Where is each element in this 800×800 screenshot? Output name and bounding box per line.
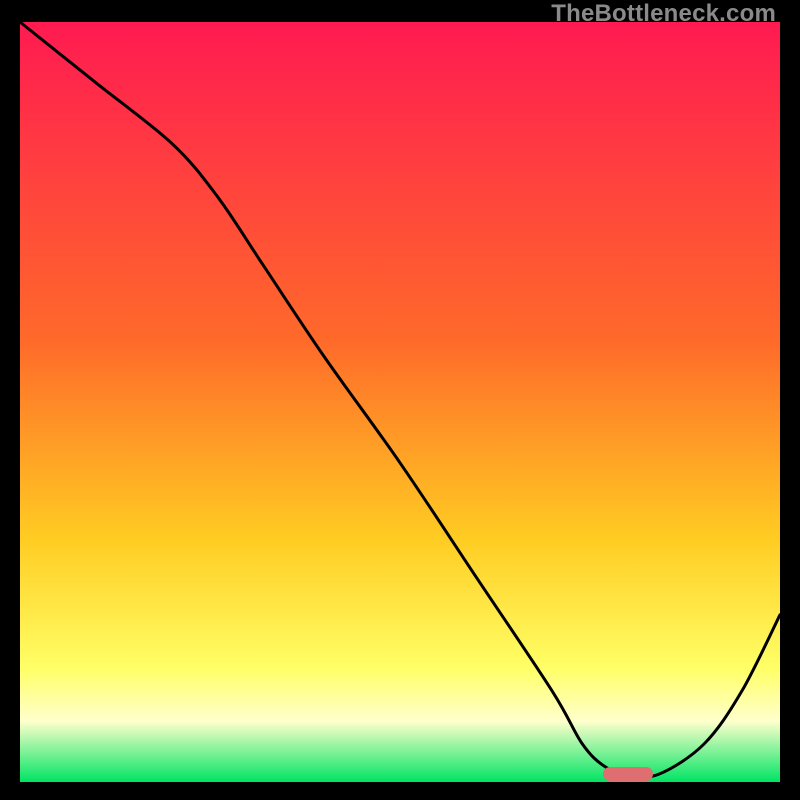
chart-frame [20,22,780,782]
bottleneck-curve [20,22,780,782]
optimal-point-marker [603,767,653,781]
